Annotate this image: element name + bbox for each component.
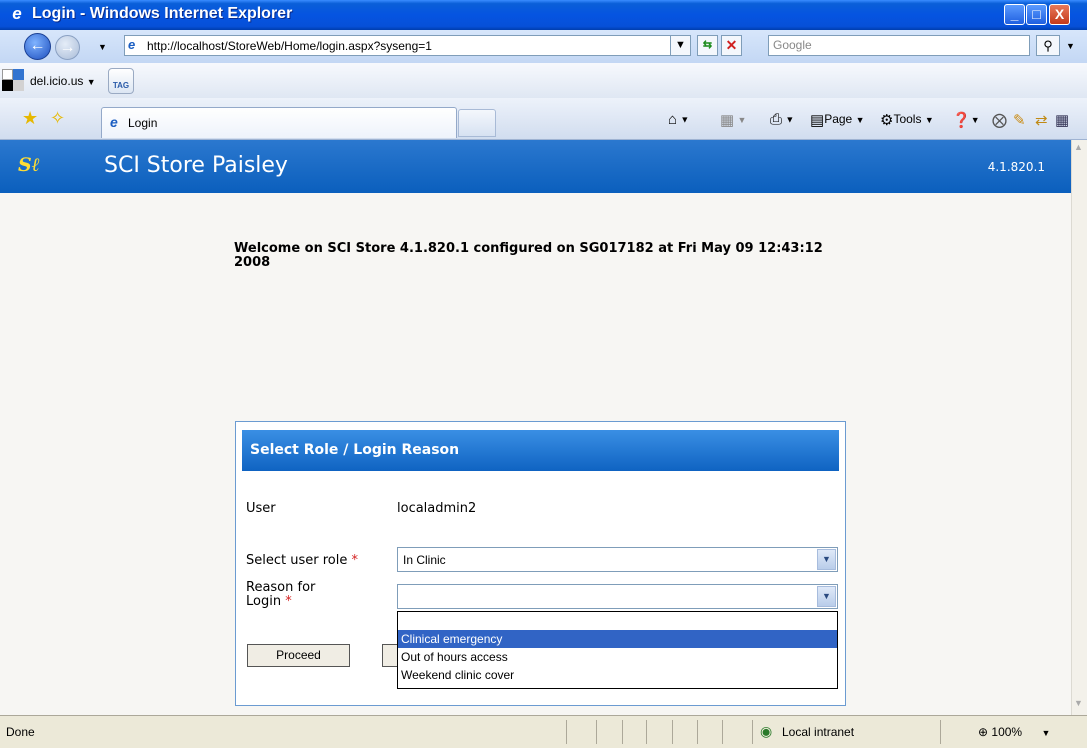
ie-logo-icon: e	[12, 4, 22, 23]
window-title: Login - Windows Internet Explorer	[32, 5, 293, 22]
app-banner: Sℓ SCI Store Paisley 4.1.820.1	[0, 140, 1071, 194]
search-input[interactable]: Google	[768, 35, 1030, 56]
address-dropdown-button[interactable]: ▼	[670, 35, 691, 56]
zoom-icon: ⊕	[978, 725, 989, 739]
home-button[interactable]: ⌂ ▼	[668, 111, 689, 128]
print-button[interactable]: ⎙ ▼	[770, 111, 794, 128]
tab-toolbar: ★ ✧ e Login ⌂ ▼ ▦ ▼ ⎙ ▼ ▤Page ▼ ⚙Tools ▼…	[0, 98, 1087, 140]
user-label: User	[246, 501, 276, 516]
welcome-message: Welcome on SCI Store 4.1.820.1 configure…	[234, 241, 823, 270]
status-text: Done	[6, 725, 35, 739]
reason-option-selected[interactable]: Clinical emergency	[398, 630, 837, 648]
chevron-down-icon[interactable]: ▼	[817, 586, 836, 607]
refresh-button[interactable]: ⇆	[697, 35, 718, 56]
page-icon: e	[128, 37, 136, 52]
address-input[interactable]: e http://localhost/StoreWeb/Home/login.a…	[124, 35, 691, 56]
page-content: Sℓ SCI Store Paisley 4.1.820.1 Welcome o…	[0, 140, 1071, 715]
reason-option[interactable]: Weekend clinic cover	[398, 666, 837, 684]
tab-login[interactable]: e Login	[101, 107, 457, 138]
app-title: SCI Store Paisley	[104, 153, 288, 178]
panel-title: Select Role / Login Reason	[250, 442, 460, 458]
maximize-button[interactable]: □	[1026, 4, 1047, 25]
reason-option[interactable]: Out of hours access	[398, 648, 837, 666]
code-icon[interactable]: ⇄	[1035, 111, 1048, 129]
research-icon[interactable]: ✎	[1013, 111, 1026, 129]
search-icon[interactable]: ⚲	[1036, 35, 1060, 56]
feeds-icon: ▦	[720, 112, 735, 129]
back-button[interactable]: ←	[24, 33, 51, 60]
address-toolbar: ← → ▼ e http://localhost/StoreWeb/Home/l…	[0, 30, 1087, 64]
security-zone: Local intranet	[782, 725, 855, 739]
address-text: http://localhost/StoreWeb/Home/login.asp…	[147, 39, 432, 53]
reason-dropdown-list[interactable]: Clinical emergency Out of hours access W…	[397, 611, 838, 689]
role-select[interactable]: In Clinic ▼	[397, 547, 838, 572]
block-icon[interactable]: ⨂	[992, 111, 1007, 129]
tab-login-label: Login	[128, 116, 158, 130]
intranet-icon: ◉	[760, 723, 773, 739]
window-title-bar[interactable]: e Login - Windows Internet Explorer _ □ …	[0, 0, 1087, 30]
reason-option[interactable]	[398, 612, 837, 630]
page-menu[interactable]: ▤Page ▼	[810, 111, 864, 129]
close-button[interactable]: X	[1049, 4, 1070, 25]
sci-logo-icon: Sℓ	[18, 154, 40, 176]
page-icon: e	[110, 114, 118, 130]
vertical-scrollbar[interactable]: ▲ ▼	[1071, 140, 1087, 715]
stop-button[interactable]: ✕	[721, 35, 742, 56]
panel-header: Select Role / Login Reason	[242, 430, 839, 471]
home-icon: ⌂	[668, 111, 678, 128]
login-panel: Select Role / Login Reason User localadm…	[235, 421, 846, 706]
help-button[interactable]: ❓▼	[952, 111, 980, 129]
new-tab-button[interactable]	[458, 109, 496, 137]
translate-icon[interactable]: ▦	[1055, 111, 1069, 129]
scroll-up-icon[interactable]: ▲	[1074, 142, 1083, 152]
delicious-button[interactable]: del.icio.us ▼	[30, 74, 96, 88]
search-options-icon[interactable]: ▼	[1066, 41, 1075, 51]
add-favorites-icon[interactable]: ✧	[50, 108, 65, 129]
feeds-button[interactable]: ▦ ▼	[720, 111, 746, 129]
tag-button[interactable]: TAG	[108, 68, 134, 94]
tools-menu[interactable]: ⚙Tools ▼	[880, 111, 934, 129]
chevron-down-icon[interactable]: ▼	[817, 549, 836, 570]
proceed-button[interactable]: Proceed	[247, 644, 350, 667]
delicious-icon	[2, 69, 24, 91]
links-toolbar: del.icio.us ▼ TAG	[0, 63, 1087, 99]
reason-select[interactable]: ▼	[397, 584, 838, 609]
recent-pages-dropdown-icon[interactable]: ▼	[98, 42, 107, 52]
page-menu-icon: ▤	[810, 112, 825, 129]
role-label: Select user role *	[246, 553, 358, 568]
favorites-star-icon[interactable]: ★	[22, 108, 38, 129]
help-icon: ❓	[952, 112, 971, 129]
zoom-control[interactable]: ⊕ 100% ▼	[978, 725, 1050, 739]
role-select-value: In Clinic	[403, 553, 446, 567]
app-version: 4.1.820.1	[987, 160, 1045, 174]
print-icon: ⎙	[770, 111, 783, 128]
minimize-button[interactable]: _	[1004, 4, 1025, 25]
reason-label: Reason for Login *	[246, 580, 316, 609]
user-value: localadmin2	[397, 501, 477, 516]
forward-button[interactable]: →	[55, 35, 80, 60]
scroll-down-icon[interactable]: ▼	[1074, 698, 1083, 708]
gear-icon: ⚙	[880, 112, 894, 129]
status-bar: Done ◉ Local intranet ⊕ 100% ▼	[0, 715, 1087, 748]
